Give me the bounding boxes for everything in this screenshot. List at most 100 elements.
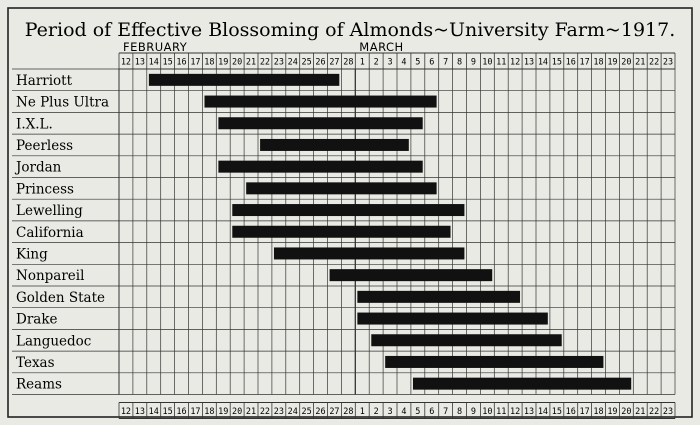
chart-title: Period of Effective Blossoming of Almond… — [25, 19, 676, 41]
month-label-march: MARCH — [359, 40, 403, 54]
top-tick-label: 14 — [538, 58, 548, 68]
variety-label: I.X.L. — [16, 116, 53, 132]
bottom-tick-label: 15 — [552, 407, 562, 417]
top-tick-label: 2 — [374, 58, 379, 68]
variety-label: Princess — [16, 181, 74, 197]
bloom-bar — [204, 95, 437, 108]
bottom-tick-label: 14 — [538, 407, 548, 417]
top-tick-label: 7 — [443, 58, 448, 68]
bloom-bar — [371, 334, 562, 347]
bottom-tick-label: 10 — [482, 407, 492, 417]
bottom-tick-label: 2 — [374, 407, 379, 417]
bottom-tick-label: 22 — [649, 407, 659, 417]
bottom-tick-label: 7 — [443, 407, 448, 417]
top-tick-label: 9 — [471, 58, 476, 68]
top-tick-label: 10 — [482, 58, 492, 68]
bottom-tick-label: 6 — [429, 407, 434, 417]
bloom-bar — [273, 247, 465, 260]
blossoming-chart: Period of Effective Blossoming of Almond… — [7, 7, 693, 419]
bloom-bar — [357, 290, 521, 303]
top-tick-label: 23 — [274, 58, 284, 68]
bloom-bar — [246, 182, 437, 195]
bloom-bar — [218, 117, 423, 130]
bottom-tick-label: 18 — [204, 407, 214, 417]
bottom-tick-label: 25 — [302, 407, 312, 417]
top-tick-label: 26 — [315, 58, 325, 68]
bottom-tick-label: 23 — [274, 407, 284, 417]
top-tick-label: 14 — [149, 58, 159, 68]
bloom-bar — [385, 355, 604, 368]
bottom-tick-label: 16 — [176, 407, 186, 417]
variety-label: Texas — [16, 355, 55, 371]
top-tick-label: 15 — [163, 58, 173, 68]
bloom-bar — [357, 312, 548, 325]
bottom-tick-label: 18 — [593, 407, 603, 417]
top-tick-label: 23 — [663, 58, 673, 68]
bottom-tick-label: 28 — [343, 407, 353, 417]
top-tick-label: 1 — [360, 58, 365, 68]
bottom-tick-label: 20 — [621, 407, 631, 417]
variety-label: Languedoc — [16, 333, 91, 349]
top-tick-label: 20 — [621, 58, 631, 68]
top-tick-label: 21 — [246, 58, 256, 68]
bloom-bar — [232, 225, 451, 238]
bottom-tick-label: 4 — [401, 407, 406, 417]
bloom-bar — [148, 73, 340, 86]
bottom-tick-label: 12 — [510, 407, 520, 417]
bottom-tick-label: 14 — [149, 407, 159, 417]
top-tick-label: 17 — [580, 58, 590, 68]
bottom-tick-label: 27 — [329, 407, 339, 417]
bottom-tick-label: 19 — [607, 407, 617, 417]
top-tick-label: 6 — [429, 58, 434, 68]
top-tick-label: 20 — [232, 58, 242, 68]
variety-label: Harriott — [16, 73, 73, 89]
top-tick-label: 3 — [387, 58, 392, 68]
top-tick-label: 4 — [401, 58, 406, 68]
bottom-tick-label: 21 — [635, 407, 645, 417]
bottom-tick-label: 19 — [218, 407, 228, 417]
bottom-tick-label: 11 — [496, 407, 506, 417]
top-tick-label: 19 — [607, 58, 617, 68]
variety-label: Peerless — [16, 138, 73, 154]
top-tick-label: 22 — [649, 58, 659, 68]
top-tick-label: 27 — [329, 58, 339, 68]
bloom-bar — [218, 160, 423, 173]
bottom-tick-label: 20 — [232, 407, 242, 417]
top-tick-label: 11 — [496, 58, 506, 68]
variety-label: Lewelling — [16, 203, 83, 219]
bottom-tick-label: 3 — [387, 407, 392, 417]
top-tick-label: 5 — [415, 58, 420, 68]
variety-label: Golden State — [16, 290, 105, 306]
bottom-tick-label: 21 — [246, 407, 256, 417]
bloom-bar — [260, 138, 409, 151]
variety-label: Ne Plus Ultra — [16, 95, 109, 111]
bottom-tick-label: 16 — [566, 407, 576, 417]
bloom-bar — [412, 377, 632, 390]
top-tick-label: 18 — [204, 58, 214, 68]
variety-label: California — [16, 225, 84, 241]
top-tick-label: 13 — [524, 58, 534, 68]
bottom-tick-label: 17 — [190, 407, 200, 417]
bloom-bar — [329, 269, 493, 282]
top-tick-label: 21 — [635, 58, 645, 68]
bottom-tick-label: 13 — [524, 407, 534, 417]
variety-label: Jordan — [14, 160, 62, 176]
top-tick-label: 28 — [343, 58, 353, 68]
bottom-tick-label: 8 — [457, 407, 462, 417]
top-tick-label: 12 — [510, 58, 520, 68]
top-tick-label: 19 — [218, 58, 228, 68]
bottom-tick-label: 12 — [121, 407, 131, 417]
top-tick-label: 16 — [566, 58, 576, 68]
bottom-tick-label: 1 — [360, 407, 365, 417]
top-tick-label: 16 — [176, 58, 186, 68]
top-tick-label: 24 — [288, 58, 298, 68]
top-tick-label: 18 — [593, 58, 603, 68]
bottom-tick-label: 13 — [135, 407, 145, 417]
bottom-tick-label: 24 — [288, 407, 298, 417]
top-tick-label: 8 — [457, 58, 462, 68]
bottom-tick-label: 15 — [163, 407, 173, 417]
variety-label: King — [16, 246, 48, 262]
top-tick-label: 17 — [190, 58, 200, 68]
top-tick-label: 15 — [552, 58, 562, 68]
bottom-tick-label: 5 — [415, 407, 420, 417]
